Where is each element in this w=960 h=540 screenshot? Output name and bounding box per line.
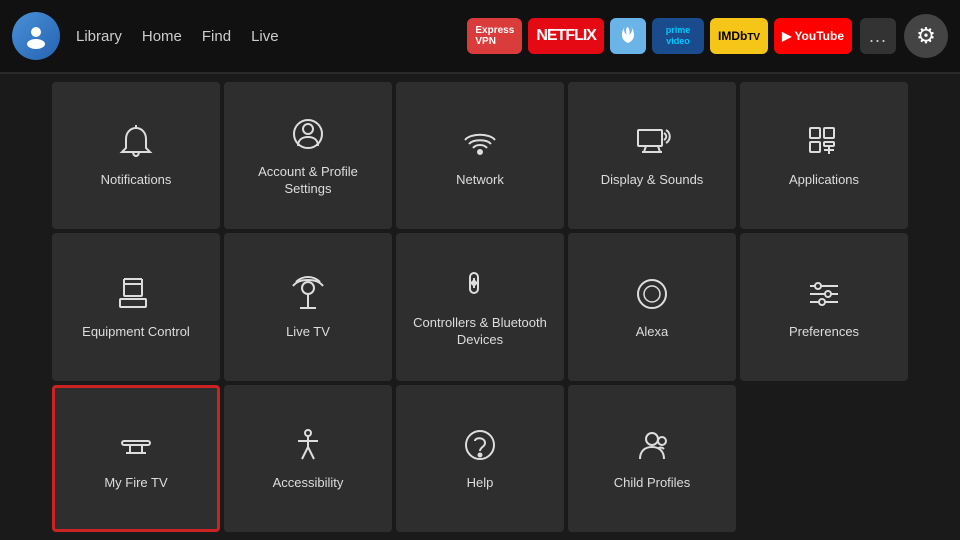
expressvpn-shortcut[interactable]: ExpressVPN bbox=[467, 18, 522, 54]
imdb-label: IMDbTV bbox=[718, 29, 760, 43]
child-profile-icon bbox=[632, 425, 672, 465]
grid-item-network[interactable]: Network bbox=[396, 82, 564, 229]
more-button[interactable]: ... bbox=[860, 18, 896, 54]
bell-icon bbox=[116, 122, 156, 162]
grid-item-notifications[interactable]: Notifications bbox=[52, 82, 220, 229]
child-profiles-label: Child Profiles bbox=[614, 475, 691, 492]
grid-item-account-profile[interactable]: Account & Profile Settings bbox=[224, 82, 392, 229]
help-circle-icon bbox=[460, 425, 500, 465]
display-sound-icon bbox=[632, 122, 672, 162]
preferences-label: Preferences bbox=[789, 324, 859, 341]
firetv-icon bbox=[116, 425, 156, 465]
app-shortcuts: ExpressVPN NETFLIX primevideo IMDbTV ▶ Y… bbox=[467, 18, 852, 54]
display-sounds-label: Display & Sounds bbox=[601, 172, 704, 189]
live-tv-label: Live TV bbox=[286, 324, 330, 341]
netflix-shortcut[interactable]: NETFLIX bbox=[528, 18, 604, 54]
apps-icon bbox=[804, 122, 844, 162]
grid-item-child-profiles[interactable]: Child Profiles bbox=[568, 385, 736, 532]
antenna-icon bbox=[288, 274, 328, 314]
prime-shortcut[interactable]: primevideo bbox=[652, 18, 704, 54]
youtube-shortcut[interactable]: ▶ YouTube bbox=[774, 18, 852, 54]
alexa-label: Alexa bbox=[636, 324, 669, 341]
grid-item-accessibility[interactable]: Accessibility bbox=[224, 385, 392, 532]
fire-shortcut[interactable] bbox=[610, 18, 646, 54]
nav-live[interactable]: Live bbox=[251, 24, 279, 49]
nav-library[interactable]: Library bbox=[76, 24, 122, 49]
wifi-icon bbox=[460, 122, 500, 162]
settings-grid: Notifications Account & Profile Settings… bbox=[0, 74, 960, 540]
accessibility-icon bbox=[288, 425, 328, 465]
person-circle-icon bbox=[288, 114, 328, 154]
imdb-shortcut[interactable]: IMDbTV bbox=[710, 18, 768, 54]
controller-icon bbox=[460, 265, 500, 305]
youtube-label: ▶ YouTube bbox=[782, 29, 844, 43]
avatar[interactable] bbox=[12, 12, 60, 60]
navbar: Library Home Find Live ExpressVPN NETFLI… bbox=[0, 0, 960, 72]
accessibility-label: Accessibility bbox=[273, 475, 344, 492]
applications-label: Applications bbox=[789, 172, 859, 189]
prime-label: primevideo bbox=[666, 25, 691, 47]
network-label: Network bbox=[456, 172, 504, 189]
grid-item-help[interactable]: Help bbox=[396, 385, 564, 532]
notifications-label: Notifications bbox=[101, 172, 172, 189]
grid-item-alexa[interactable]: Alexa bbox=[568, 233, 736, 380]
grid-item-my-fire-tv[interactable]: My Fire TV bbox=[52, 385, 220, 532]
expressvpn-label: ExpressVPN bbox=[475, 25, 514, 47]
account-profile-label: Account & Profile Settings bbox=[234, 164, 382, 198]
controllers-bluetooth-label: Controllers & Bluetooth Devices bbox=[406, 315, 554, 349]
grid-item-live-tv[interactable]: Live TV bbox=[224, 233, 392, 380]
equipment-control-label: Equipment Control bbox=[82, 324, 190, 341]
tv-remote-icon bbox=[116, 274, 156, 314]
help-label: Help bbox=[467, 475, 494, 492]
grid-item-applications[interactable]: Applications bbox=[740, 82, 908, 229]
nav-find[interactable]: Find bbox=[202, 24, 231, 49]
settings-button[interactable]: ⚙ bbox=[904, 14, 948, 58]
my-fire-tv-label: My Fire TV bbox=[104, 475, 167, 492]
grid-item-controllers-bluetooth[interactable]: Controllers & Bluetooth Devices bbox=[396, 233, 564, 380]
grid-item-display-sounds[interactable]: Display & Sounds bbox=[568, 82, 736, 229]
netflix-label: NETFLIX bbox=[536, 27, 596, 45]
nav-home[interactable]: Home bbox=[142, 24, 182, 49]
alexa-icon bbox=[632, 274, 672, 314]
sliders-icon bbox=[804, 274, 844, 314]
nav-links: Library Home Find Live bbox=[76, 24, 279, 49]
grid-item-preferences[interactable]: Preferences bbox=[740, 233, 908, 380]
grid-item-equipment-control[interactable]: Equipment Control bbox=[52, 233, 220, 380]
fire-icon bbox=[617, 25, 639, 47]
